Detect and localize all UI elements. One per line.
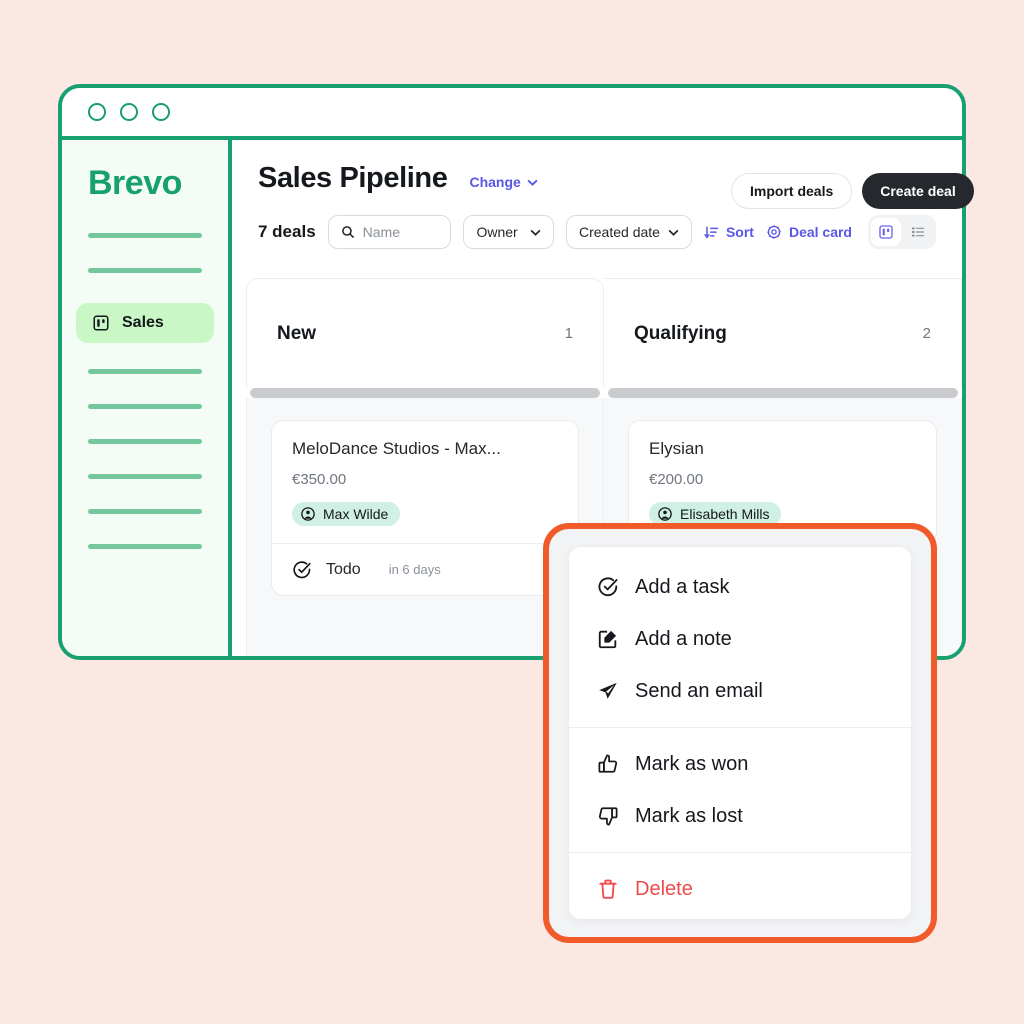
menu-item-label: Send an email: [635, 679, 763, 702]
paper-plane-icon: [597, 680, 619, 702]
menu-item-add-task[interactable]: Add a task: [569, 561, 911, 613]
horizontal-scrollbar[interactable]: [250, 388, 600, 398]
search-icon: [341, 226, 354, 239]
deal-context-menu: Add a task Add a note Send an email Mark…: [569, 547, 911, 919]
chevron-down-icon: [527, 179, 538, 186]
deal-amount: €200.00: [649, 471, 704, 488]
avatar-icon: [658, 507, 672, 521]
avatar-icon: [301, 507, 315, 521]
deal-owner-chip[interactable]: Max Wilde: [292, 502, 401, 526]
view-toggle-group: [868, 215, 936, 249]
context-menu-highlight: Add a task Add a note Send an email Mark…: [543, 523, 937, 943]
sidebar-placeholder-line: [88, 439, 202, 444]
brevo-logo[interactable]: Brevo: [62, 164, 228, 203]
window-titlebar: [62, 88, 962, 140]
page-root: Brevo Sales Sales Pipeline Change 7 deal…: [0, 0, 1024, 1024]
menu-item-mark-won[interactable]: Mark as won: [569, 738, 911, 790]
import-deals-button[interactable]: Import deals: [731, 173, 853, 209]
menu-group-actions: Add a task Add a note Send an email: [569, 557, 911, 721]
deal-owner-name: Elisabeth Mills: [680, 506, 770, 522]
column-name: New: [277, 322, 317, 344]
sidebar-placeholder-line: [88, 233, 202, 238]
filter-toolbar: 7 deals Name Owner Created date Sort Dea…: [258, 215, 936, 249]
create-deal-button[interactable]: Create deal: [862, 173, 974, 209]
change-label: Change: [469, 174, 521, 190]
created-date-filter-select[interactable]: Created date: [566, 215, 692, 249]
task-due: in 6 days: [388, 562, 441, 577]
maximize-dot-icon[interactable]: [152, 103, 170, 121]
deal-amount: €350.00: [292, 471, 347, 488]
menu-item-delete[interactable]: Delete: [569, 863, 911, 915]
deal-card-body: MeloDance Studios - Max... €350.00 Max W…: [272, 421, 578, 543]
deal-title: MeloDance Studios - Max...: [292, 439, 501, 458]
task-label: Todo: [326, 560, 361, 578]
deal-card-label: Deal card: [788, 224, 852, 240]
deal-card-footer: Todo in 6 days: [272, 543, 578, 595]
menu-item-label: Add a note: [635, 627, 732, 650]
column-header: New 1: [246, 278, 604, 388]
sort-button[interactable]: Sort: [704, 224, 754, 240]
kanban-view-toggle[interactable]: [871, 218, 901, 246]
deal-card-settings-button[interactable]: Deal card: [766, 224, 852, 240]
menu-item-label: Delete: [635, 877, 693, 900]
column-count: 2: [922, 325, 931, 342]
deal-owner-name: Max Wilde: [323, 506, 389, 522]
kanban-view-icon: [879, 225, 893, 239]
chevron-down-icon: [668, 229, 679, 236]
sidebar-item-label: Sales: [122, 314, 164, 331]
sidebar-placeholder-line: [88, 268, 202, 273]
check-circle-icon: [293, 560, 311, 578]
header-actions: Import deals Create deal: [731, 173, 998, 209]
menu-item-add-note[interactable]: Add a note: [569, 613, 911, 665]
sidebar-placeholder-line: [88, 544, 202, 549]
sidebar-placeholder-line: [88, 474, 202, 479]
note-edit-icon: [597, 628, 619, 650]
menu-item-label: Mark as won: [635, 752, 749, 775]
owner-filter-select[interactable]: Owner: [463, 215, 554, 249]
thumbs-down-icon: [597, 805, 619, 827]
menu-divider: [569, 727, 911, 728]
gear-icon: [767, 225, 781, 239]
sort-icon: [704, 226, 719, 239]
page-title: Sales Pipeline: [258, 162, 448, 194]
check-circle-icon: [597, 576, 619, 598]
close-dot-icon[interactable]: [88, 103, 106, 121]
menu-divider: [569, 852, 911, 853]
search-placeholder: Name: [362, 224, 401, 240]
sidebar-placeholder-line: [88, 404, 202, 409]
sort-label: Sort: [725, 224, 754, 240]
trash-icon: [597, 878, 619, 900]
horizontal-scrollbar[interactable]: [608, 388, 958, 398]
menu-item-mark-lost[interactable]: Mark as lost: [569, 790, 911, 842]
column-count: 1: [564, 325, 573, 342]
deal-title: Elysian: [649, 439, 704, 458]
chevron-down-icon: [530, 229, 541, 236]
kanban-icon: [90, 312, 112, 334]
change-pipeline-link[interactable]: Change: [469, 174, 538, 190]
deals-count: 7 deals: [258, 222, 316, 241]
deal-card[interactable]: MeloDance Studios - Max... €350.00 Max W…: [271, 420, 579, 596]
menu-group-status: Mark as won Mark as lost: [569, 734, 911, 846]
owner-filter-label: Owner: [476, 224, 518, 240]
thumbs-up-icon: [597, 753, 619, 775]
menu-item-label: Add a task: [635, 575, 730, 598]
list-view-icon: [912, 227, 924, 237]
minimize-dot-icon[interactable]: [120, 103, 138, 121]
sidebar-placeholder-line: [88, 509, 202, 514]
sidebar-item-sales[interactable]: Sales: [76, 303, 214, 343]
sidebar-placeholder-line: [88, 369, 202, 374]
column-name: Qualifying: [634, 322, 727, 344]
column-header: Qualifying 2: [604, 278, 962, 388]
sidebar: Brevo Sales: [62, 140, 232, 656]
menu-item-send-email[interactable]: Send an email: [569, 665, 911, 717]
list-view-toggle[interactable]: [903, 218, 933, 246]
created-date-label: Created date: [579, 224, 660, 240]
search-input[interactable]: Name: [327, 215, 452, 249]
menu-item-label: Mark as lost: [635, 804, 743, 827]
menu-group-danger: Delete: [569, 859, 911, 919]
